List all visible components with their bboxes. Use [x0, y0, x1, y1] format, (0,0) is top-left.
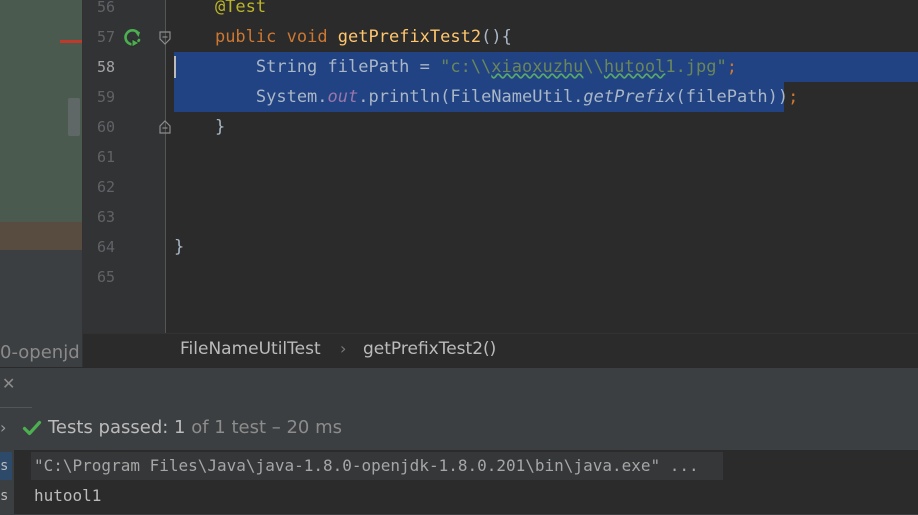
- console-output-line: hutool1: [34, 486, 102, 505]
- line-number: 63: [96, 208, 115, 226]
- code-token: "c:\\: [440, 57, 492, 77]
- line-number: 61: [96, 148, 115, 166]
- code-line: }: [174, 112, 225, 142]
- code-token: }: [174, 237, 185, 257]
- line-number: 56: [96, 0, 115, 16]
- fold-marker-icon[interactable]: [158, 31, 172, 45]
- code-line: String filePath = "c:\\xiaoxuzhu\\hutool…: [174, 52, 737, 82]
- code-token: hutool: [603, 57, 666, 77]
- line-number: 58: [96, 58, 115, 76]
- code-token: getPrefix: [583, 87, 676, 107]
- run-test-icon[interactable]: [121, 27, 143, 49]
- fold-end-marker-icon[interactable]: [158, 120, 172, 134]
- code-token: ;: [788, 87, 799, 107]
- status-label: Tests passed:: [48, 417, 175, 438]
- line-number: 59: [96, 88, 115, 106]
- code-token: (filePath)): [675, 87, 789, 107]
- status-detail: of 1 test – 20 ms: [185, 417, 343, 438]
- code-line: System.out.println(FileNameUtil.getPrefi…: [174, 82, 799, 112]
- command-line[interactable]: "C:\Program Files\Java\java-1.8.0-openjd…: [34, 452, 699, 480]
- code-token: 1.jpg": [665, 57, 727, 77]
- code-token: getPrefixTest2: [337, 27, 482, 47]
- breadcrumb-class[interactable]: FileNameUtilTest: [180, 337, 321, 361]
- check-icon: [22, 420, 42, 436]
- code-token: System.: [174, 87, 328, 107]
- code-token: xiaoxuzhu: [491, 57, 584, 77]
- gutter-separator: [165, 0, 166, 333]
- line-number: 62: [96, 178, 115, 196]
- line-number: 65: [96, 268, 115, 286]
- code-token: @Test: [214, 0, 267, 17]
- line-number: 60: [96, 118, 115, 136]
- console-sidebar-item[interactable]: s: [0, 482, 12, 510]
- test-status: Tests passed: 1 of 1 test – 20 ms: [48, 416, 342, 440]
- error-stripe-marker: [60, 40, 82, 43]
- line-number: 57: [96, 28, 115, 46]
- toolbar-divider: [0, 407, 32, 408]
- project-panel-text: 0-openjd: [0, 342, 80, 363]
- status-count: 1: [174, 417, 186, 438]
- close-icon[interactable]: ✕: [2, 374, 15, 394]
- console-sidebar-item[interactable]: s: [0, 452, 12, 480]
- chevron-right-icon[interactable]: ›: [0, 416, 6, 440]
- code-token: .println(FileNameUtil.: [358, 87, 584, 107]
- code-token: \\: [583, 57, 604, 77]
- code-line: @Test: [174, 0, 266, 22]
- code-token: public: [214, 27, 287, 47]
- breadcrumb-separator: ›: [340, 339, 347, 358]
- code-token: (){: [481, 27, 512, 47]
- code-line: }: [174, 232, 184, 262]
- project-panel-image-bottom: [0, 222, 82, 250]
- code-token: void: [286, 27, 338, 47]
- code-token: String filePath =: [174, 57, 441, 77]
- breadcrumb-method[interactable]: getPrefixTest2(): [363, 337, 496, 361]
- project-panel-scrollbar[interactable]: [68, 98, 80, 136]
- code-line: public void getPrefixTest2(){: [174, 22, 512, 52]
- code-token: }: [174, 117, 226, 137]
- code-token: ;: [726, 57, 737, 77]
- code-token: out: [327, 87, 359, 107]
- line-number: 64: [96, 238, 115, 256]
